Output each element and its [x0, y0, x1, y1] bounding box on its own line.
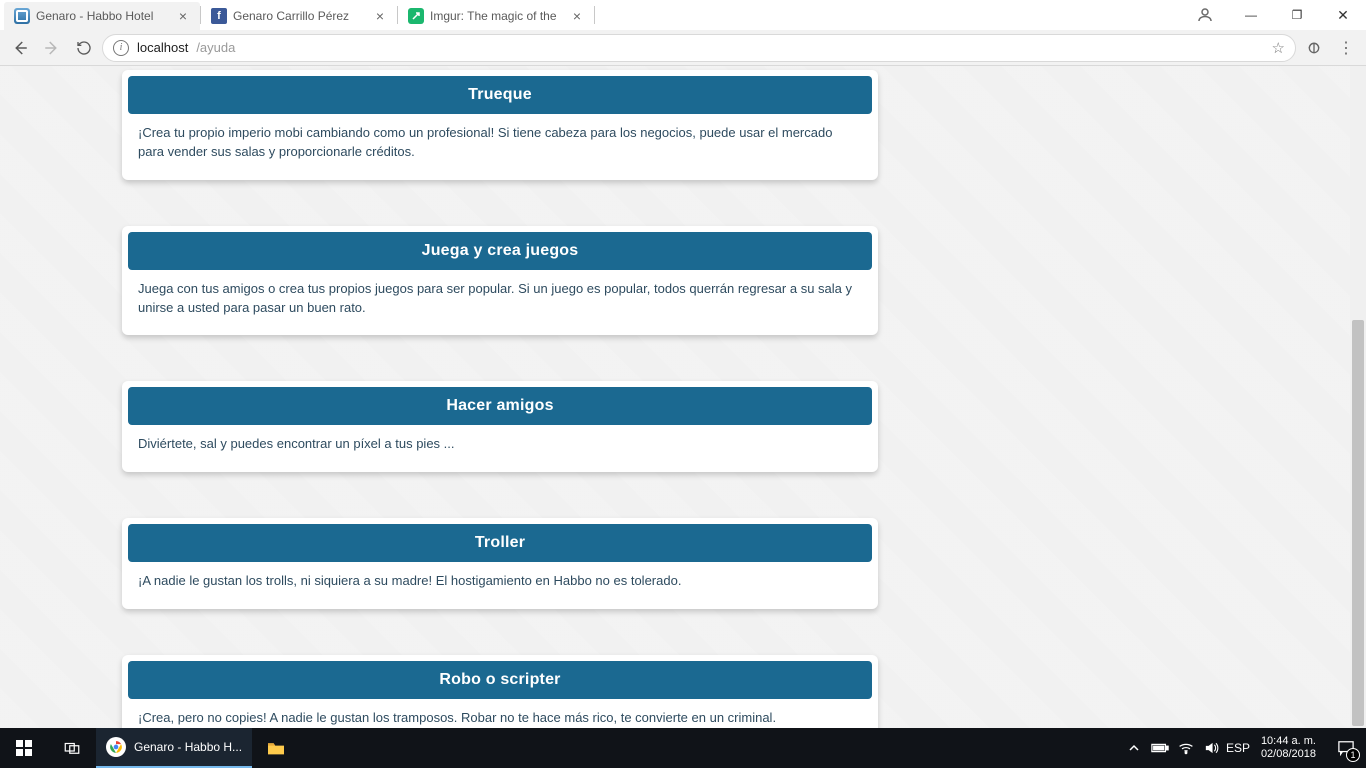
minimize-button[interactable]: —: [1228, 0, 1274, 30]
chrome-icon: [106, 737, 126, 757]
forward-button[interactable]: [38, 34, 66, 62]
clock-date: 02/08/2018: [1261, 748, 1316, 761]
card-header: Troller: [128, 524, 872, 562]
favicon-imgur-icon: [408, 8, 424, 24]
bookmark-star-icon[interactable]: ☆: [1272, 39, 1285, 57]
task-view-button[interactable]: [48, 728, 96, 768]
notification-badge: 1: [1346, 748, 1360, 762]
tab-close-icon[interactable]: ×: [177, 8, 189, 24]
card-troller: Troller ¡A nadie le gustan los trolls, n…: [122, 518, 878, 609]
action-center-icon[interactable]: 1: [1326, 728, 1366, 768]
address-bar[interactable]: i localhost/ayuda ☆: [102, 34, 1296, 62]
browser-toolbar: i localhost/ayuda ☆ ⋮: [0, 30, 1366, 66]
extension-icon[interactable]: [1300, 34, 1328, 62]
url-path: /ayuda: [196, 40, 235, 55]
profile-icon[interactable]: [1182, 0, 1228, 30]
tab-separator: [594, 6, 595, 24]
battery-icon[interactable]: [1147, 728, 1173, 768]
card-header: Trueque: [128, 76, 872, 114]
card-trueque: Trueque ¡Crea tu propio imperio mobi cam…: [122, 70, 878, 180]
favicon-habbo-icon: [14, 8, 30, 24]
taskbar-explorer-icon[interactable]: [252, 728, 300, 768]
taskbar-app-title: Genaro - Habbo H...: [134, 740, 242, 754]
url-host: localhost: [137, 40, 188, 55]
browser-titlebar: Genaro - Habbo Hotel × f Genaro Carrillo…: [0, 0, 1366, 30]
card-robo: Robo o scripter ¡Crea, pero no copies! A…: [122, 655, 878, 728]
tab-2[interactable]: Imgur: The magic of the ×: [398, 2, 594, 30]
windows-taskbar: Genaro - Habbo H... ESP 10:44 a. m. 02/0…: [0, 728, 1366, 768]
start-button[interactable]: [0, 728, 48, 768]
card-header: Juega y crea juegos: [128, 232, 872, 270]
card-header: Robo o scripter: [128, 661, 872, 699]
taskbar-clock[interactable]: 10:44 a. m. 02/08/2018: [1251, 735, 1326, 761]
tray-chevron-up-icon[interactable]: [1121, 728, 1147, 768]
site-info-icon[interactable]: i: [113, 40, 129, 56]
taskbar-app-chrome[interactable]: Genaro - Habbo H...: [96, 728, 252, 768]
card-body: ¡Crea tu propio imperio mobi cambiando c…: [122, 120, 878, 180]
favicon-facebook-icon: f: [211, 8, 227, 24]
clock-time: 10:44 a. m.: [1261, 735, 1316, 748]
input-language[interactable]: ESP: [1225, 728, 1251, 768]
tab-0[interactable]: Genaro - Habbo Hotel ×: [4, 2, 200, 30]
chrome-menu-icon[interactable]: ⋮: [1332, 34, 1360, 62]
tab-title: Imgur: The magic of the: [430, 9, 565, 23]
system-tray: ESP 10:44 a. m. 02/08/2018 1: [1121, 728, 1366, 768]
wifi-icon[interactable]: [1173, 728, 1199, 768]
card-header: Hacer amigos: [128, 387, 872, 425]
page-viewport: Trueque ¡Crea tu propio imperio mobi cam…: [0, 66, 1366, 728]
card-body: ¡A nadie le gustan los trolls, ni siquie…: [122, 568, 878, 609]
tab-close-icon[interactable]: ×: [571, 8, 583, 24]
close-button[interactable]: ✕: [1320, 0, 1366, 30]
maximize-button[interactable]: ❐: [1274, 0, 1320, 30]
scrollbar[interactable]: [1350, 66, 1366, 728]
cards-column: Trueque ¡Crea tu propio imperio mobi cam…: [122, 66, 878, 728]
volume-icon[interactable]: [1199, 728, 1225, 768]
tab-1[interactable]: f Genaro Carrillo Pérez ×: [201, 2, 397, 30]
reload-button[interactable]: [70, 34, 98, 62]
card-body: Juega con tus amigos o crea tus propios …: [122, 276, 878, 336]
tab-title: Genaro - Habbo Hotel: [36, 9, 171, 23]
card-body: Diviértete, sal y puedes encontrar un pí…: [122, 431, 878, 472]
scrollbar-thumb[interactable]: [1352, 320, 1364, 726]
tab-strip: Genaro - Habbo Hotel × f Genaro Carrillo…: [0, 0, 623, 30]
card-hacer-amigos: Hacer amigos Diviértete, sal y puedes en…: [122, 381, 878, 472]
card-body: ¡Crea, pero no copies! A nadie le gustan…: [122, 705, 878, 728]
back-button[interactable]: [6, 34, 34, 62]
tab-title: Genaro Carrillo Pérez: [233, 9, 368, 23]
card-juega: Juega y crea juegos Juega con tus amigos…: [122, 226, 878, 336]
tab-close-icon[interactable]: ×: [374, 8, 386, 24]
window-controls: — ❐ ✕: [1182, 0, 1366, 30]
